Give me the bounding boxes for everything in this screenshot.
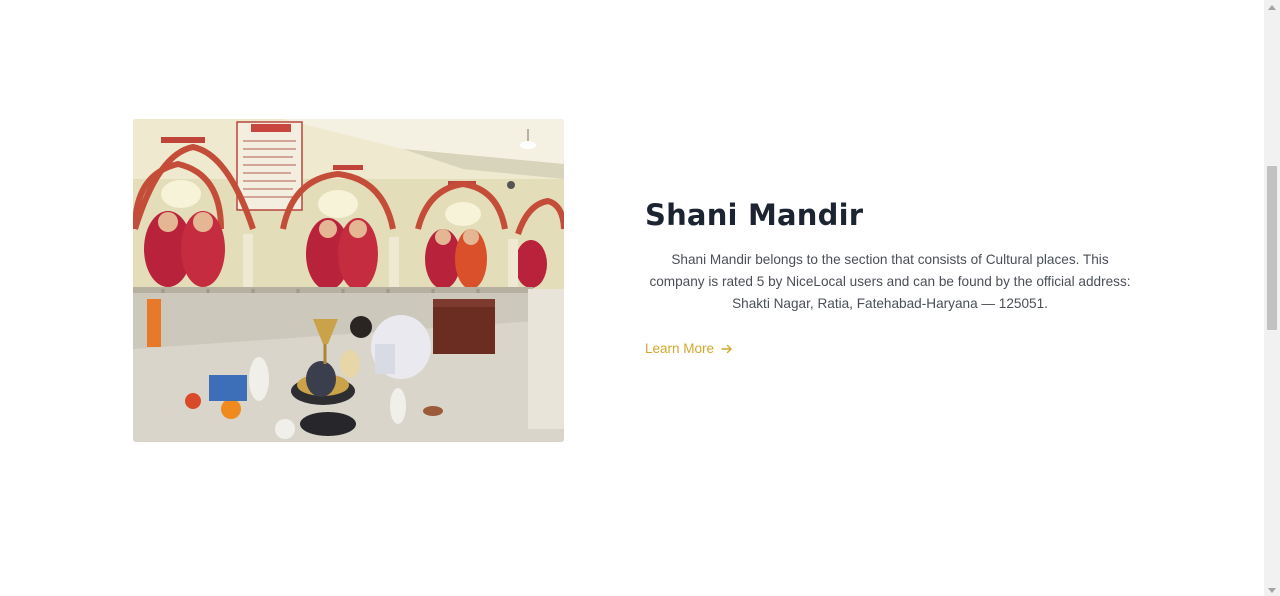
place-title: Shani Mandir [645, 198, 864, 232]
place-content: Shani Mandir Shani Mandir belongs to the… [645, 195, 1135, 357]
scrollbar-thumb[interactable] [1267, 166, 1277, 330]
triangle-up-icon[interactable] [1264, 0, 1280, 14]
temple-photo [133, 119, 564, 442]
vertical-scrollbar[interactable] [1264, 0, 1280, 596]
place-section: Shani Mandir Shani Mandir belongs to the… [0, 0, 1264, 596]
place-description: Shani Mandir belongs to the section that… [649, 252, 1131, 311]
learn-more-label: Learn More [645, 341, 715, 356]
learn-more-link[interactable]: Learn More [645, 341, 733, 356]
triangle-down-icon[interactable] [1264, 582, 1280, 596]
arrow-right-icon [721, 343, 733, 355]
page: Shani Mandir Shani Mandir belongs to the… [0, 0, 1280, 596]
